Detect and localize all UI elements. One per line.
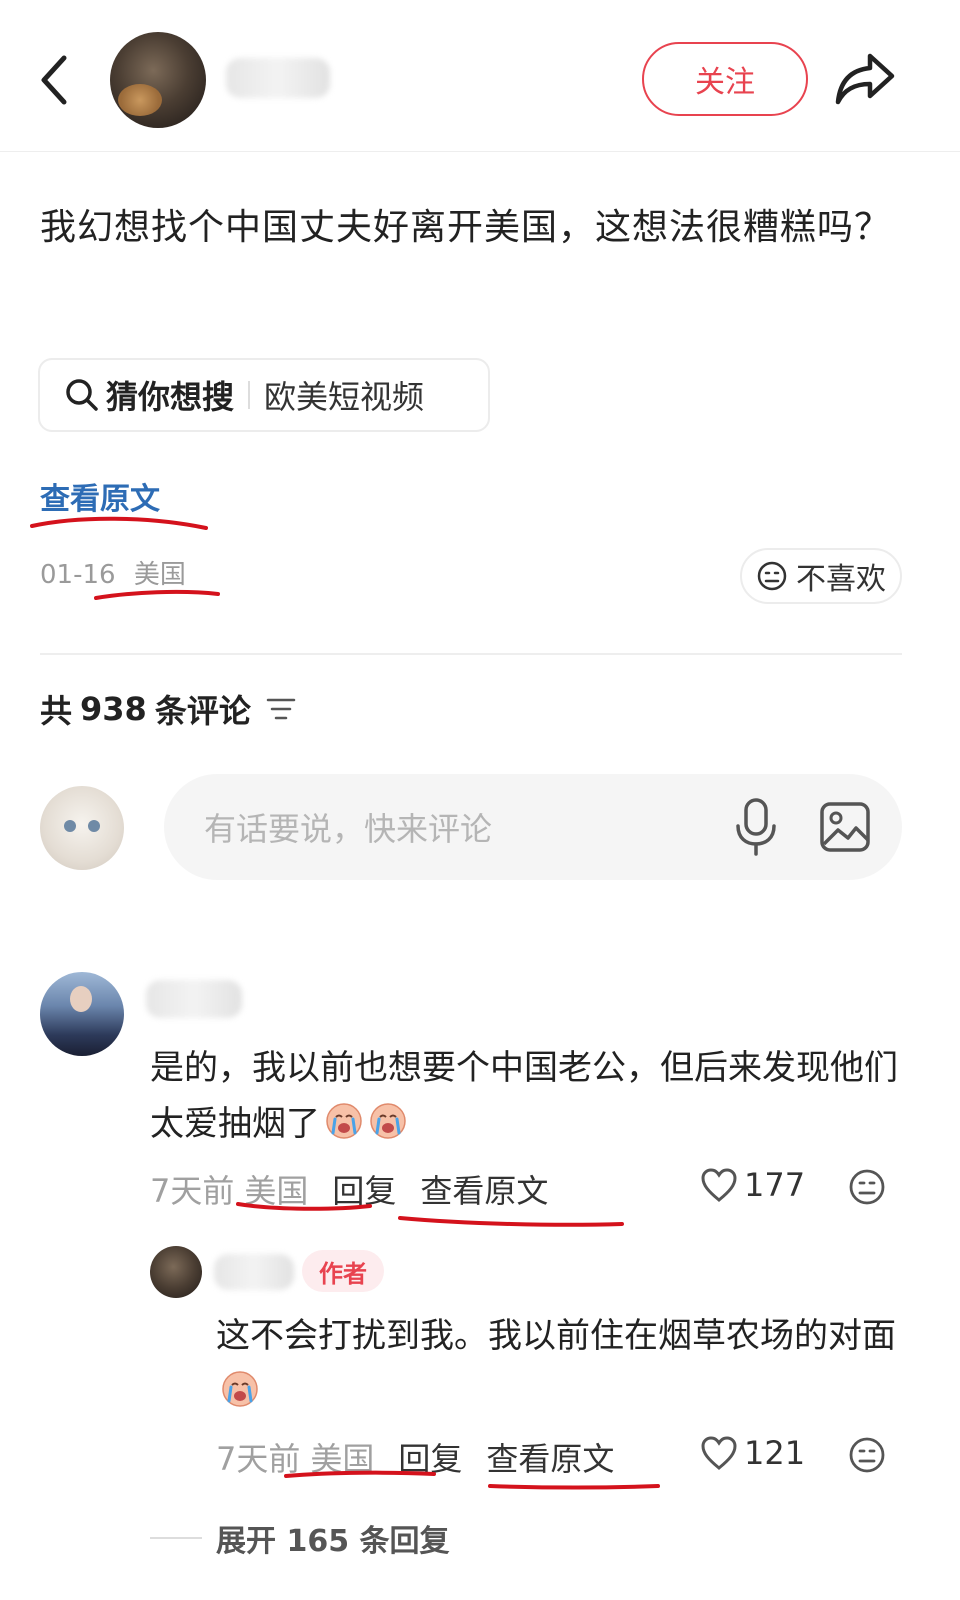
- commenter-avatar[interactable]: [40, 972, 124, 1056]
- like-button[interactable]: 121: [700, 1434, 805, 1472]
- comments-count-suffix: 条评论: [154, 692, 251, 730]
- my-avatar: [40, 786, 124, 870]
- search-chip-query: 欧美短视频: [264, 378, 425, 416]
- comments-count-prefix: 共: [40, 692, 73, 730]
- reply-button[interactable]: 回复: [398, 1434, 462, 1480]
- view-original-link[interactable]: 查看原文: [420, 1166, 548, 1212]
- like-count: 121: [744, 1434, 806, 1472]
- dislike-face-icon: [757, 561, 787, 591]
- heart-icon: [701, 1436, 737, 1470]
- post-date: 01-16: [40, 560, 116, 590]
- search-chip-separator: [248, 381, 251, 409]
- author-badge: 作者: [302, 1250, 384, 1292]
- post-meta: 01-16 美国: [40, 554, 186, 591]
- mic-icon: [736, 798, 776, 856]
- comment-input-placeholder: 有话要说，快来评论: [204, 810, 493, 848]
- view-original-link[interactable]: 查看原文: [40, 474, 160, 518]
- like-count: 177: [744, 1166, 806, 1204]
- author-reply-name-blurred[interactable]: [214, 1254, 294, 1290]
- comment-body: 是的，我以前也想要个中国老公，但后来发现他们太爱抽烟了: [150, 1048, 898, 1144]
- heart-icon: [701, 1168, 737, 1202]
- comments-count: 共 938 条评论: [40, 686, 297, 732]
- share-icon: [835, 53, 895, 105]
- expand-replies-label: 展开 165 条回复: [216, 1524, 450, 1559]
- voice-input-button[interactable]: [732, 796, 780, 858]
- author-name-blurred[interactable]: [226, 58, 330, 98]
- post-region: 美国: [133, 560, 186, 590]
- comment-input[interactable]: 有话要说，快来评论: [164, 774, 902, 880]
- expand-replies-button[interactable]: 展开 165 条回复: [150, 1516, 450, 1560]
- emoji-reaction-icon[interactable]: [848, 1168, 886, 1206]
- dislike-label: 不喜欢: [796, 562, 886, 597]
- comment-text: 是的，我以前也想要个中国老公，但后来发现他们太爱抽烟了: [150, 1040, 900, 1152]
- annotation-underline: [398, 1216, 624, 1227]
- section-divider: [40, 653, 902, 655]
- author-reply-avatar[interactable]: [150, 1246, 202, 1298]
- search-icon: [66, 379, 98, 411]
- view-original-link[interactable]: 查看原文: [486, 1434, 614, 1480]
- reply-time: 7天前: [216, 1440, 301, 1478]
- emoji-reaction-icon[interactable]: [848, 1436, 886, 1474]
- follow-button[interactable]: 关注: [642, 42, 808, 116]
- post-title: 我幻想找个中国丈夫好离开美国，这想法很糟糕吗？: [40, 207, 892, 248]
- comment-time: 7天前: [150, 1172, 235, 1210]
- dislike-button[interactable]: 不喜欢: [740, 548, 902, 604]
- author-avatar[interactable]: [110, 32, 206, 128]
- crying-emoji-icon: [222, 1371, 258, 1407]
- share-button[interactable]: [832, 48, 898, 112]
- comments-count-number: 938: [80, 690, 147, 728]
- crying-emoji-icon: [370, 1103, 406, 1139]
- reply-text: 这不会打扰到我。我以前住在烟草农场的对面: [216, 1308, 896, 1420]
- crying-emoji-icon: [326, 1103, 362, 1139]
- reply-meta: 7天前 美国 回复 查看原文: [216, 1434, 614, 1480]
- back-button[interactable]: [30, 48, 80, 112]
- comment-region: 美国: [244, 1172, 309, 1210]
- reply-button[interactable]: 回复: [332, 1166, 396, 1212]
- search-chip-label: 猜你想搜: [106, 378, 235, 416]
- sort-icon[interactable]: [265, 695, 297, 723]
- guess-search-chip[interactable]: 猜你想搜 欧美短视频: [38, 358, 490, 432]
- image-icon: [820, 802, 870, 852]
- reply-body: 这不会打扰到我。我以前住在烟草农场的对面: [216, 1316, 896, 1356]
- comment-meta: 7天前 美国 回复 查看原文: [150, 1166, 548, 1212]
- image-upload-button[interactable]: [818, 800, 872, 854]
- commenter-name-blurred[interactable]: [146, 980, 242, 1018]
- back-icon: [41, 55, 67, 105]
- reply-region: 美国: [310, 1440, 375, 1478]
- expand-divider-line: [150, 1537, 202, 1539]
- like-button[interactable]: 177: [700, 1166, 805, 1204]
- top-bar: 关注: [0, 0, 960, 152]
